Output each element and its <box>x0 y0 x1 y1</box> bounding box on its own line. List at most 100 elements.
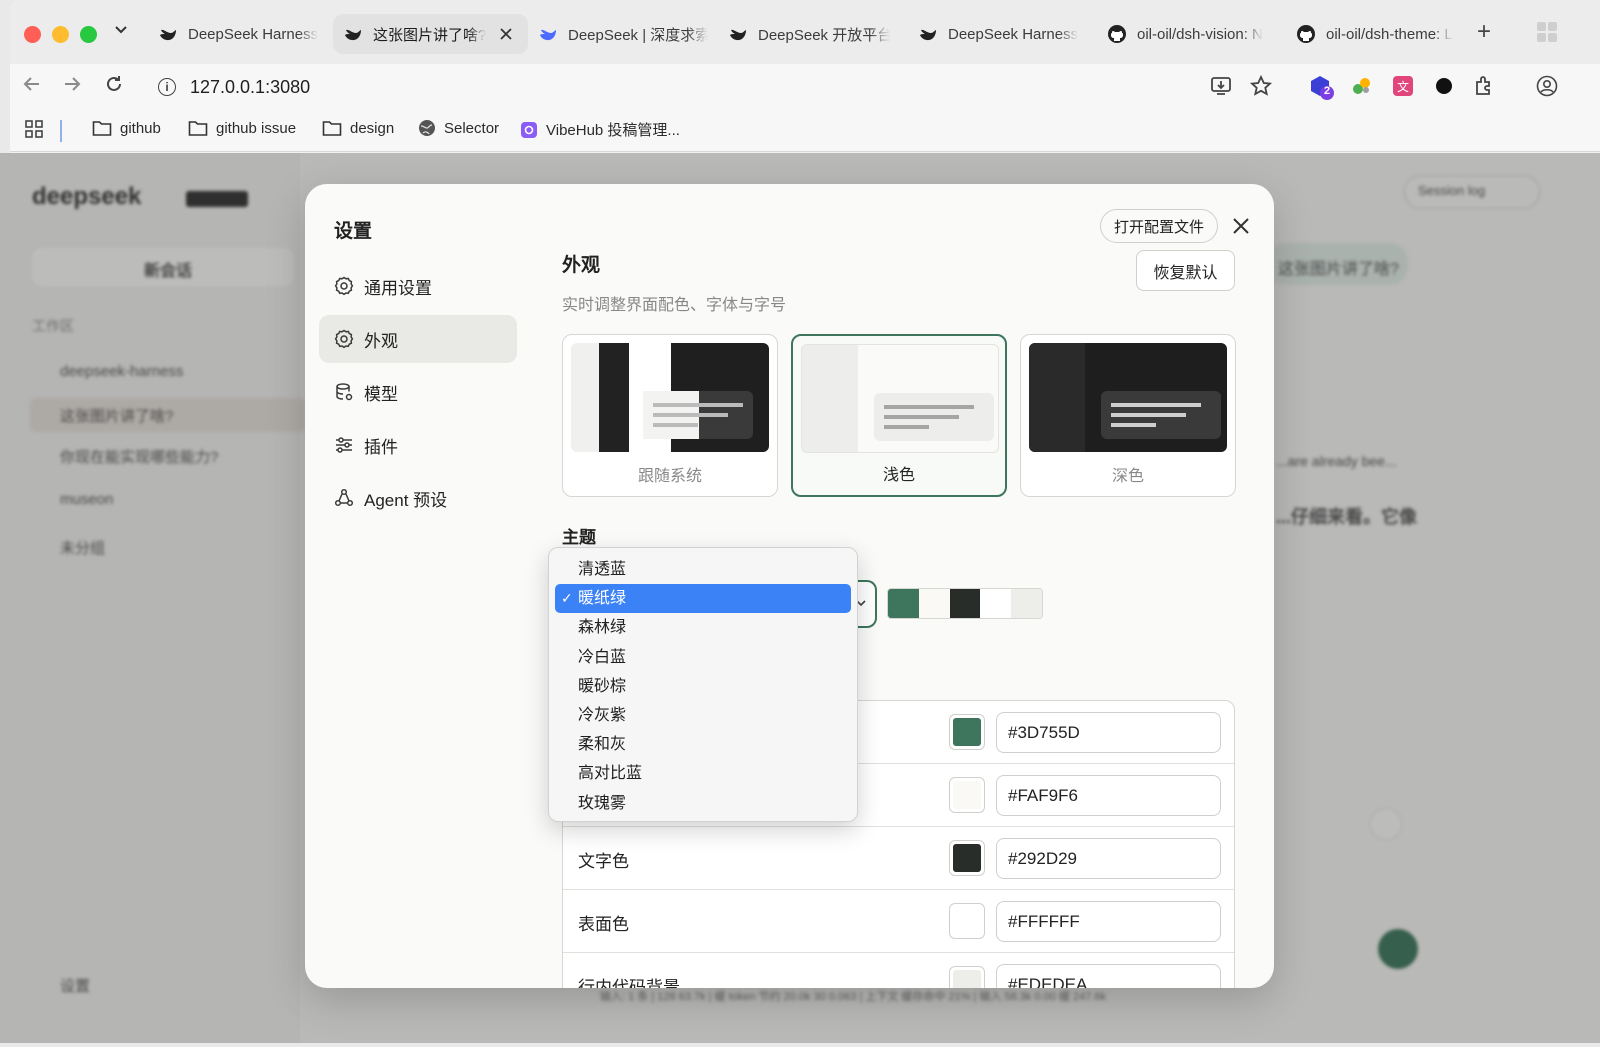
svg-text:文: 文 <box>1397 79 1409 94</box>
mode-preview-dark <box>1029 343 1227 452</box>
bookmarks-bar: github github issue design Selector VibeHub … <box>10 110 1600 152</box>
reload-icon[interactable] <box>104 74 124 100</box>
settings-nav-label: Agent 预设 <box>364 490 448 510</box>
theme-option[interactable]: 清透蓝 <box>555 555 851 584</box>
checkmark-icon: ✓ <box>561 590 573 607</box>
color-picker-swatch[interactable] <box>949 966 985 988</box>
folder-icon <box>92 119 112 137</box>
mode-preview-light <box>801 344 999 453</box>
browser-tab[interactable]: DeepSeek | 深度求索 <box>528 14 718 54</box>
address-bar[interactable]: i 127.0.0.1:3080 <box>148 68 1290 106</box>
theme-swatch <box>1011 589 1042 618</box>
browser-toolbar: i 127.0.0.1:3080 2 文 <box>10 64 1600 110</box>
tab-title: DeepSeek Harness <box>188 25 318 43</box>
globe-icon <box>418 119 436 137</box>
bookmark-item[interactable]: Selector <box>418 119 499 137</box>
tab-title: DeepSeek Harness <box>948 25 1079 43</box>
bookmark-label: github issue <box>216 119 297 137</box>
close-window-button[interactable] <box>24 26 41 43</box>
install-app-icon[interactable] <box>1210 75 1232 102</box>
theme-option[interactable]: 冷灰紫 <box>555 701 851 730</box>
browser-tab[interactable]: DeepSeek Harness <box>908 14 1090 54</box>
open-config-button[interactable]: 打开配置文件 <box>1100 209 1219 243</box>
extensions-puzzle-icon[interactable] <box>1473 75 1495 97</box>
color-picker-swatch[interactable] <box>949 714 985 750</box>
theme-option[interactable]: ✓ 暖纸绿 <box>555 584 851 614</box>
theme-option-label: 柔和灰 <box>578 736 627 754</box>
forward-icon[interactable] <box>62 74 82 100</box>
close-tab-icon[interactable] <box>500 24 512 45</box>
theme-swatch <box>980 589 1012 618</box>
theme-option-label: 清透蓝 <box>578 561 627 578</box>
color-hex-input[interactable]: #3D755D <box>996 712 1221 753</box>
bookmark-item[interactable]: github issue <box>188 119 296 137</box>
appearance-panel: 外观 实时调整界面配色、字体与字号 恢复默认 跟随系统 浅色 深色 主题 #3D… <box>562 250 1236 988</box>
color-hex-input[interactable]: #EDEDEA <box>996 964 1221 988</box>
reset-defaults-button[interactable]: 恢复默认 <box>1136 250 1235 291</box>
settings-nav-item[interactable]: Agent 预设 <box>319 474 517 522</box>
minimize-window-button[interactable] <box>52 26 69 43</box>
mode-card-system[interactable]: 跟随系统 <box>562 334 778 497</box>
deepseek-whale-icon <box>728 24 748 44</box>
bookmark-label: VibeHub 投稿管理... <box>546 122 680 139</box>
close-icon[interactable] <box>1229 214 1253 238</box>
mode-card-dark[interactable]: 深色 <box>1020 334 1236 497</box>
bookmark-item[interactable]: github <box>92 119 161 137</box>
color-hex-input[interactable]: #FAF9F6 <box>996 775 1221 816</box>
apps-grid-icon[interactable] <box>24 119 44 139</box>
bookmark-item[interactable]: VibeHub 投稿管理... <box>520 119 680 140</box>
settings-nav-item[interactable]: 模型 <box>319 368 517 416</box>
color-picker-swatch[interactable] <box>949 840 985 876</box>
extension-hex-icon[interactable]: 2 <box>1310 75 1334 100</box>
theme-option[interactable]: 冷白蓝 <box>555 643 851 672</box>
profile-icon[interactable] <box>1536 75 1558 97</box>
back-icon[interactable] <box>22 74 42 100</box>
bookmark-label: github <box>120 119 161 137</box>
theme-option[interactable]: 暖砂棕 <box>555 672 851 701</box>
color-setting-label: 文字色 <box>578 852 629 871</box>
settings-nav-label: 外观 <box>364 331 398 351</box>
theme-option[interactable]: 森林绿 <box>555 613 851 642</box>
extension-puzzle-color-icon[interactable] <box>1351 75 1373 97</box>
url-text[interactable]: 127.0.0.1:3080 <box>190 77 310 98</box>
gear-icon <box>334 276 354 296</box>
bookmark-label: design <box>350 119 395 137</box>
mode-card-light[interactable]: 浅色 <box>791 334 1007 497</box>
browser-tab[interactable]: DeepSeek 开放平台 <box>718 14 900 54</box>
theme-option-label: 暖砂棕 <box>578 677 627 695</box>
color-setting-label: 行内代码背景 <box>578 978 680 988</box>
settings-nav-label: 插件 <box>364 437 398 457</box>
settings-nav-item[interactable]: 通用设置 <box>319 262 517 310</box>
tab-grid-icon[interactable] <box>1535 20 1559 49</box>
settings-nav: 通用设置外观模型插件 Agent 预设 <box>319 262 517 527</box>
folder-icon <box>322 119 342 137</box>
theme-option-label: 高对比蓝 <box>578 765 643 783</box>
tab-search-chevron-icon[interactable] <box>114 22 128 41</box>
new-tab-button[interactable]: + <box>1477 18 1491 46</box>
browser-tab[interactable]: 这张图片讲了啥? <box>333 14 528 54</box>
translate-extension-icon[interactable]: 文 <box>1392 75 1414 97</box>
settings-nav-item[interactable]: 插件 <box>319 421 517 469</box>
tab-bar: DeepSeek Harness 这张图片讲了啥? DeepSeek | 深度求索 D… <box>10 0 1600 64</box>
browser-tab[interactable]: oil-oil/dsh-theme: L <box>1286 14 1468 54</box>
theme-option[interactable]: 柔和灰 <box>555 730 851 759</box>
color-hex-input[interactable]: #292D29 <box>996 838 1221 879</box>
maximize-window-button[interactable] <box>80 26 97 43</box>
mode-label: 浅色 <box>882 467 915 484</box>
color-mode-selector: 跟随系统 浅色 深色 <box>562 334 1236 497</box>
browser-tab[interactable]: DeepSeek Harness <box>148 14 328 54</box>
bookmark-item[interactable]: design <box>322 119 394 137</box>
settings-nav-label: 通用设置 <box>364 278 432 298</box>
agent-icon <box>334 488 354 508</box>
color-picker-swatch[interactable] <box>949 903 985 939</box>
theme-option[interactable]: 玫瑰雾 <box>555 789 851 818</box>
black-dot-extension-icon[interactable] <box>1433 75 1455 97</box>
settings-nav-item[interactable]: 外观 <box>319 315 517 363</box>
theme-option[interactable]: 高对比蓝 <box>555 759 851 788</box>
color-hex-input[interactable]: #FFFFFF <box>996 901 1221 942</box>
mode-label: 跟随系统 <box>637 468 702 485</box>
site-info-icon[interactable]: i <box>158 78 176 96</box>
color-picker-swatch[interactable] <box>949 777 985 813</box>
bookmark-star-icon[interactable] <box>1249 74 1273 102</box>
browser-tab[interactable]: oil-oil/dsh-vision: N <box>1097 14 1279 54</box>
